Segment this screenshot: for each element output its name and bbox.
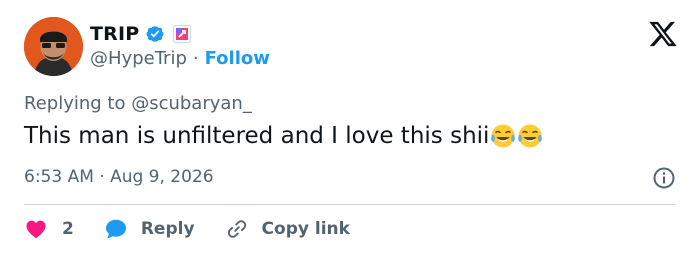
copy-link-label: Copy link: [261, 219, 350, 239]
separator-dot: ·: [192, 48, 199, 69]
link-icon: [227, 220, 246, 238]
divider: [24, 204, 676, 205]
face-with-tears-of-joy-icon: [491, 124, 516, 148]
author-handle[interactable]: @HypeTrip: [90, 48, 187, 69]
copy-link-button[interactable]: Copy link: [225, 217, 350, 241]
verified-badge-icon: [146, 26, 164, 42]
like-count: 2: [62, 219, 74, 239]
reply-button[interactable]: Reply: [104, 217, 195, 241]
tweet-text: This man is unfiltered and I love this s…: [24, 123, 490, 149]
replying-to-prefix: Replying to: [24, 93, 132, 114]
heart-icon: [26, 220, 46, 239]
reply-bubble-icon: [105, 219, 126, 239]
info-icon[interactable]: [652, 166, 676, 190]
replying-to-mention[interactable]: @scubaryan_: [131, 93, 252, 114]
tweet-text-row: This man is unfiltered and I love this s…: [24, 123, 543, 149]
author-name-row: TRIP: [90, 22, 192, 46]
affiliate-badge-icon[interactable]: [173, 25, 192, 43]
display-name[interactable]: TRIP: [90, 23, 139, 45]
like-button[interactable]: 2: [24, 217, 74, 241]
handle-row: @HypeTrip · Follow: [90, 48, 270, 69]
follow-button[interactable]: Follow: [205, 48, 270, 69]
replying-to: Replying to @scubaryan_: [24, 93, 252, 114]
x-logo-icon[interactable]: [648, 19, 678, 49]
action-bar: 2 Reply Copy link: [24, 216, 350, 242]
timestamp[interactable]: 6:53 AM · Aug 9, 2026: [24, 167, 214, 187]
avatar[interactable]: [24, 17, 83, 76]
face-with-tears-of-joy-icon: [518, 124, 543, 148]
reply-label: Reply: [140, 219, 195, 239]
